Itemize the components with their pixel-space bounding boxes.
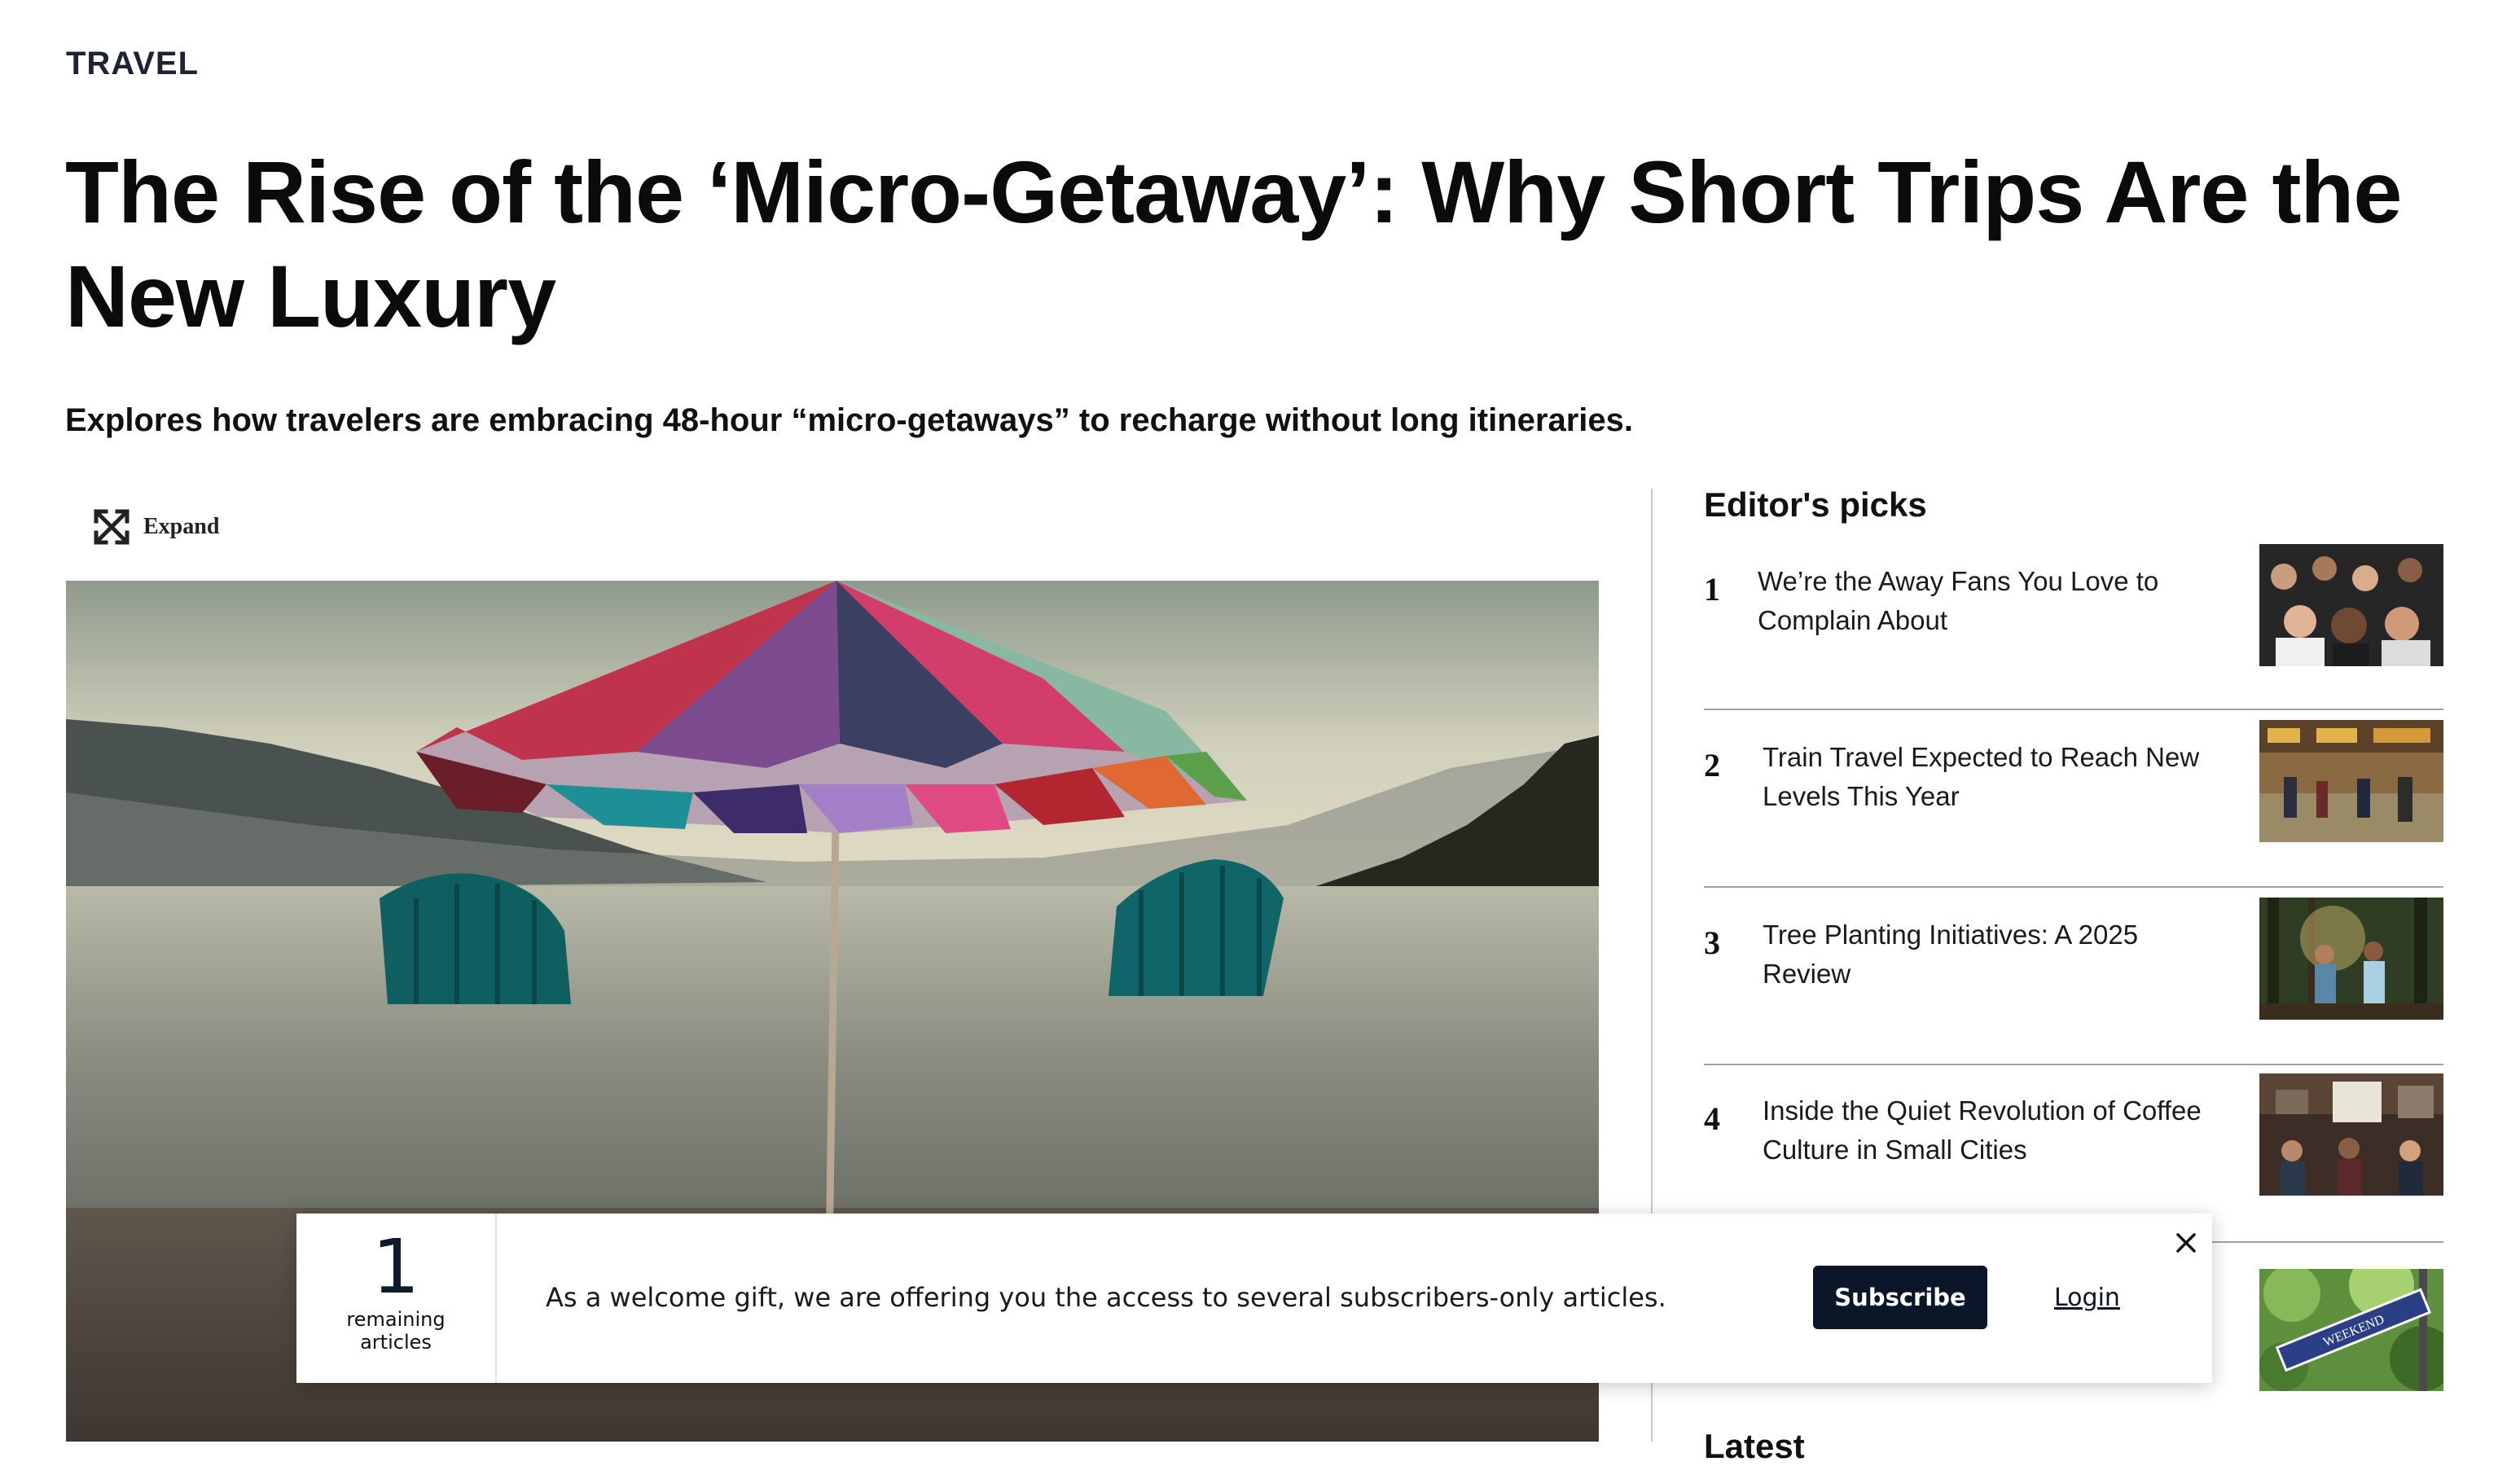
pick-rank: 1 — [1704, 571, 1720, 608]
subscribe-button[interactable]: Subscribe — [1813, 1266, 1987, 1329]
pick-thumbnail-train-station[interactable] — [2259, 720, 2443, 842]
pick-title-link[interactable]: Tree Planting Initiatives: A 2025 Review — [1763, 915, 2219, 994]
pick-separator — [1704, 886, 2443, 888]
login-link[interactable]: Login — [2054, 1284, 2120, 1312]
editors-pick-item[interactable]: 2 Train Travel Expected to Reach New Lev… — [1704, 720, 2443, 860]
section-label[interactable]: TRAVEL — [66, 46, 199, 82]
pick-thumbnail-coffee-shop[interactable] — [2259, 1073, 2443, 1196]
pick-separator — [1704, 1064, 2443, 1065]
expand-arrows-icon — [94, 509, 130, 545]
banner-message: As a welcome gift, we are offering you t… — [546, 1282, 1666, 1313]
expand-label: Expand — [143, 514, 220, 539]
latest-heading: Latest — [1704, 1427, 1805, 1465]
pick-separator — [1704, 709, 2443, 710]
editors-picks-heading: Editor's picks — [1704, 485, 1927, 524]
remaining-label: remaining articles — [346, 1308, 446, 1354]
editors-pick-item[interactable]: 4 Inside the Quiet Revolution of Coffee … — [1704, 1073, 2443, 1214]
pick-thumbnail-fans[interactable] — [2259, 544, 2443, 666]
expand-button[interactable]: Expand — [93, 507, 219, 547]
editors-pick-item[interactable]: 1 We’re the Away Fans You Love to Compla… — [1704, 544, 2443, 684]
remaining-articles-counter: 1 remaining articles — [296, 1214, 497, 1383]
pick-title-link[interactable]: Train Travel Expected to Reach New Level… — [1763, 738, 2219, 816]
subscription-banner: 1 remaining articles As a welcome gift, … — [296, 1214, 2212, 1383]
pick-title-link[interactable]: Inside the Quiet Revolution of Coffee Cu… — [1763, 1091, 2219, 1170]
pick-thumbnail-forest-volunteers[interactable] — [2259, 898, 2443, 1020]
close-icon[interactable] — [2170, 1227, 2202, 1259]
article-title: The Rise of the ‘Micro-Getaway’: Why Sho… — [65, 143, 2402, 345]
pick-title-link[interactable]: We’re the Away Fans You Love to Complain… — [1758, 562, 2214, 640]
remaining-count: 1 — [371, 1223, 420, 1310]
pick-rank: 3 — [1704, 924, 1720, 961]
editors-pick-item[interactable]: 3 Tree Planting Initiatives: A 2025 Revi… — [1704, 898, 2443, 1038]
article-standfirst: Explores how travelers are embracing 48-… — [65, 402, 1633, 438]
pick-rank: 4 — [1704, 1100, 1720, 1137]
pick-rank: 2 — [1704, 747, 1720, 783]
pick-thumbnail-weekend-sign[interactable]: WEEKEND — [2259, 1269, 2443, 1391]
